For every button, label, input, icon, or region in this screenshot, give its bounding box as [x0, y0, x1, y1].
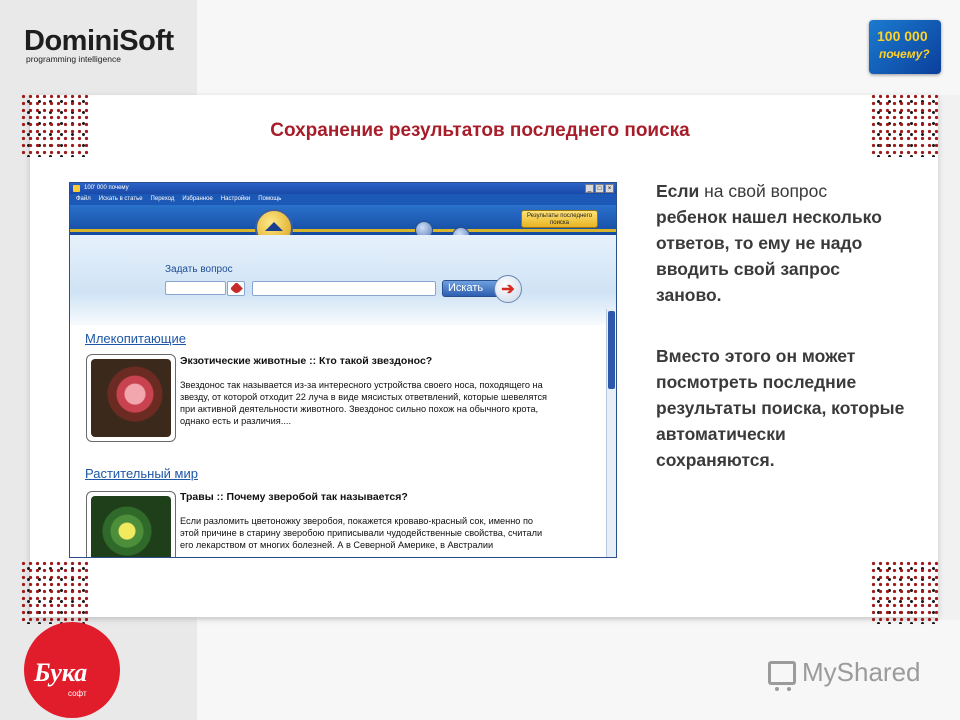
menu-bar: Файл Искать в статье Переход Избранное Н… — [70, 194, 616, 205]
menu-favorites[interactable]: Избранное — [182, 194, 212, 205]
heart-icon — [229, 282, 243, 295]
menu-settings[interactable]: Настройки — [221, 194, 250, 205]
app-icon — [73, 185, 80, 192]
arrow-right-icon[interactable]: ➔ — [494, 275, 522, 303]
buka-name: Бука — [34, 658, 88, 687]
result-thumbnail[interactable] — [86, 491, 176, 557]
result-title-link[interactable]: Травы :: Почему зверобой так называется? — [180, 491, 408, 503]
ask-question-label: Задать вопрос — [165, 264, 233, 275]
result-snippet: Звездонос так называется из-за интересно… — [180, 380, 548, 426]
window-titlebar[interactable]: 100' 000 почему _ □ × — [70, 183, 616, 194]
description-paragraph-1: Если на свой вопрос ребенок нашел нескол… — [656, 178, 896, 308]
dominisoft-logo: DominiSoft programming intelligence — [24, 26, 174, 64]
window-title: 100' 000 почему — [84, 185, 129, 191]
desc-more: ребенок нашел несколько ответов, то ему … — [656, 207, 882, 305]
menu-file[interactable]: Файл — [76, 194, 91, 205]
scrollbar-thumb[interactable] — [608, 311, 615, 389]
buka-sub: софт — [68, 689, 87, 698]
minimize-button[interactable]: _ — [585, 184, 594, 193]
st-johns-wort-image — [91, 496, 171, 557]
buka-logo: Бука софт — [24, 622, 120, 718]
badge-line1: 100 000 — [877, 28, 928, 44]
menu-help[interactable]: Помощь — [258, 194, 281, 205]
desc-lead: Если — [656, 181, 700, 201]
menu-search-in-article[interactable]: Искать в статье — [99, 194, 143, 205]
search-input[interactable] — [252, 281, 436, 296]
scrollbar[interactable] — [606, 309, 616, 557]
pixel-corner-decoration — [870, 560, 940, 624]
house-icon — [265, 221, 283, 231]
top-band — [197, 0, 960, 95]
pixel-corner-decoration — [20, 560, 90, 624]
category-link-mammals[interactable]: Млекопитающие — [85, 331, 186, 346]
cart-icon — [768, 660, 796, 691]
myshared-logo: MyShared — [768, 657, 921, 691]
question-category-input[interactable] — [165, 281, 226, 295]
last-results-button[interactable]: Результаты последнего поиска — [521, 210, 598, 228]
brand-name: DominiSoft — [24, 25, 174, 57]
menu-go[interactable]: Переход — [151, 194, 175, 205]
result-thumbnail[interactable] — [86, 354, 176, 442]
app-window: 100' 000 почему _ □ × Файл Искать в стат… — [69, 182, 617, 558]
category-link-plants[interactable]: Растительный мир — [85, 466, 198, 481]
description-paragraph-2: Вместо этого он может посмотреть последн… — [656, 346, 905, 470]
100000-pochemu-badge: 100 000 почему? — [869, 20, 941, 74]
slide-title: Сохранение результатов последнего поиска — [270, 120, 690, 141]
maximize-button[interactable]: □ — [595, 184, 604, 193]
window-controls: _ □ × — [585, 184, 614, 193]
close-button[interactable]: × — [605, 184, 614, 193]
result-title-link[interactable]: Экзотические животные :: Кто такой звезд… — [180, 355, 432, 367]
category-dropdown[interactable] — [227, 281, 245, 296]
badge-line2: почему? — [879, 47, 930, 61]
toolbar-stripe — [70, 229, 616, 232]
myshared-text: MyShared — [802, 657, 921, 687]
star-nosed-mole-image — [91, 359, 171, 437]
desc-rest: на свой вопрос — [699, 181, 828, 201]
result-snippet: Если разломить цветоножку зверобоя, пока… — [180, 516, 543, 550]
